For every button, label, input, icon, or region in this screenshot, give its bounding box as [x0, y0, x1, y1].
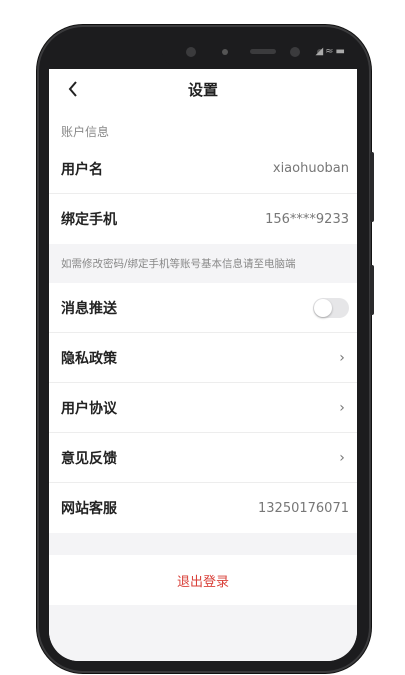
status-bar — [49, 37, 357, 69]
account-section-label: 账户信息 — [61, 125, 110, 139]
settings-group: 消息推送 隐私政策 › 用户协议 › 意见反馈 › 网站客服 132501760… — [49, 283, 357, 533]
push-label: 消息推送 — [61, 300, 117, 317]
service-label: 网站客服 — [61, 501, 117, 517]
section-spacer — [49, 533, 357, 555]
volume-button — [370, 265, 374, 315]
front-camera-icon — [186, 47, 196, 57]
page-title: 设置 — [187, 80, 218, 99]
signal-icon: ◢ — [315, 46, 326, 57]
wifi-icon: ≈ — [325, 46, 336, 57]
account-info-group: 账户信息 用户名 xiaohuoban 绑定手机 156****9233 — [49, 109, 357, 244]
settings-screen: 设置 账户信息 用户名 xiaohuoban 绑定手机 156****9233 … — [49, 69, 357, 661]
back-button[interactable] — [63, 79, 83, 99]
chevron-right-icon: › — [339, 399, 345, 416]
phone-row: 绑定手机 156****9233 — [49, 194, 357, 244]
privacy-label: 隐私政策 — [61, 350, 117, 367]
customer-service-row[interactable]: 网站客服 13250176071 — [49, 483, 357, 533]
push-toggle[interactable] — [313, 297, 349, 318]
push-notification-row: 消息推送 — [49, 283, 357, 333]
bottom-fill — [49, 605, 357, 661]
sensor-icon — [222, 49, 228, 55]
speaker-grille — [250, 49, 276, 54]
face-sensor-icon — [290, 47, 300, 57]
username-label: 用户名 — [61, 161, 103, 178]
phone-value: 156****9233 — [265, 211, 349, 227]
battery-icon: ▬ — [335, 46, 347, 57]
toggle-knob — [314, 298, 332, 317]
user-agreement-row[interactable]: 用户协议 › — [49, 383, 357, 433]
nav-bar: 设置 — [49, 69, 357, 109]
agreement-label: 用户协议 — [61, 400, 117, 417]
phone-label: 绑定手机 — [61, 212, 117, 228]
power-button — [370, 152, 374, 222]
account-edit-hint: 如需修改密码/绑定手机等账号基本信息请至电脑端 — [49, 244, 357, 283]
back-arrow-icon — [68, 81, 77, 97]
privacy-policy-row[interactable]: 隐私政策 › — [49, 333, 357, 383]
status-icons: ◢≈▬ — [315, 46, 347, 57]
username-row: 用户名 xiaohuoban — [49, 144, 357, 194]
username-value: xiaohuoban — [272, 161, 349, 176]
logout-button[interactable]: 退出登录 — [49, 555, 357, 605]
service-phone-value: 13250176071 — [258, 500, 349, 516]
chevron-right-icon: › — [339, 349, 345, 366]
chevron-right-icon: › — [339, 449, 345, 466]
feedback-label: 意见反馈 — [61, 450, 117, 467]
feedback-row[interactable]: 意见反馈 › — [49, 433, 357, 483]
